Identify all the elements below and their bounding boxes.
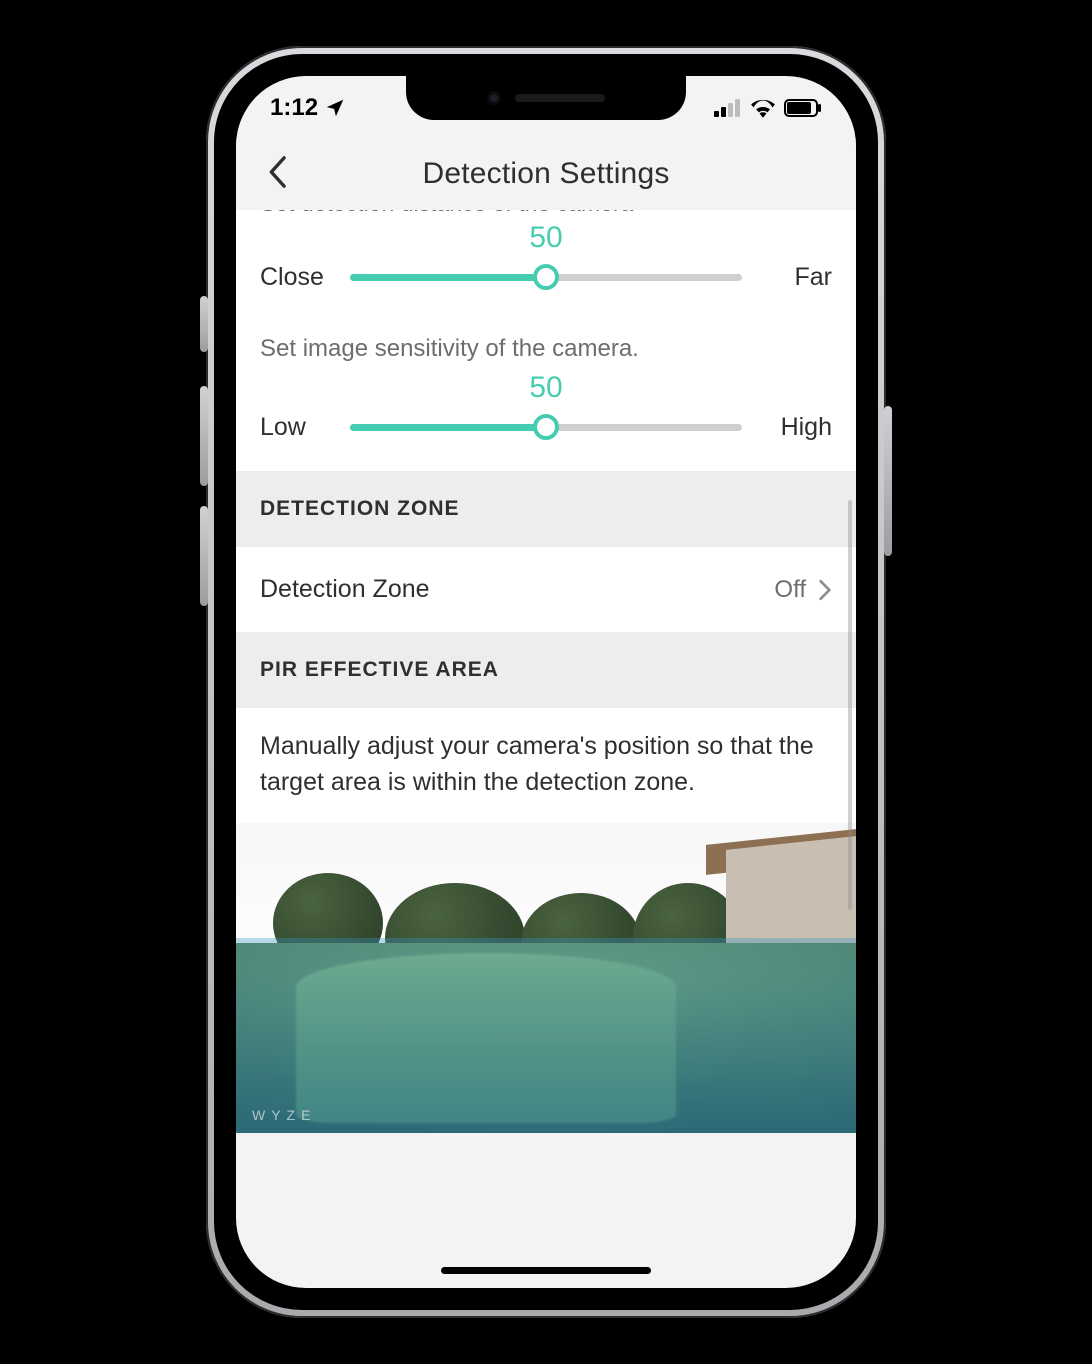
sensitivity-slider-block: Low 50 High: [260, 367, 832, 471]
distance-caption: Set detection distance of the camera: [260, 210, 832, 217]
section-header-pir: PIR EFFECTIVE AREA: [236, 632, 856, 708]
mute-switch[interactable]: [200, 296, 208, 352]
wifi-icon: [750, 98, 776, 118]
sensitivity-caption: Set image sensitivity of the camera.: [260, 321, 832, 367]
sensitivity-right-label: High: [762, 413, 832, 442]
bottom-gap: [236, 1133, 856, 1155]
watermark: WYZE: [252, 1107, 316, 1123]
home-indicator[interactable]: [441, 1267, 651, 1274]
phone-bezel: 1:12: [214, 54, 878, 1310]
distance-left-label: Close: [260, 263, 330, 292]
camera-preview[interactable]: WYZE: [236, 823, 856, 1133]
phone-frame: 1:12: [206, 46, 886, 1318]
power-button[interactable]: [884, 406, 892, 556]
pir-overlay: [236, 938, 856, 1133]
chevron-left-icon: [266, 155, 288, 194]
distance-card: Set detection distance of the camera Clo…: [236, 210, 856, 471]
status-left: 1:12: [270, 94, 346, 122]
stage: 1:12: [0, 0, 1092, 1364]
sensitivity-left-label: Low: [260, 413, 330, 442]
chevron-right-icon: [818, 579, 832, 601]
page-title: Detection Settings: [422, 157, 669, 191]
sensitivity-slider-value: 50: [529, 371, 562, 405]
volume-down-button[interactable]: [200, 506, 208, 606]
cellular-signal-icon: [714, 99, 742, 117]
nav-header: Detection Settings: [236, 138, 856, 211]
distance-slider[interactable]: 50: [350, 259, 742, 295]
content-scroll[interactable]: Set detection distance of the camera Clo…: [236, 210, 856, 1288]
pir-description: Manually adjust your camera's position s…: [236, 708, 856, 823]
detection-zone-value: Off: [774, 576, 806, 604]
screen: 1:12: [236, 76, 856, 1288]
scroll-indicator[interactable]: [848, 500, 852, 910]
detection-zone-label: Detection Zone: [260, 575, 430, 604]
status-bar: 1:12: [236, 88, 856, 128]
distance-right-label: Far: [762, 263, 832, 292]
detection-zone-trailing: Off: [774, 576, 832, 604]
status-right: [714, 98, 822, 118]
sensitivity-slider[interactable]: 50: [350, 409, 742, 445]
volume-up-button[interactable]: [200, 386, 208, 486]
battery-icon: [784, 99, 822, 117]
distance-slider-block: Close 50 Far: [260, 217, 832, 321]
distance-slider-value: 50: [529, 221, 562, 255]
back-button[interactable]: [250, 138, 304, 210]
clock: 1:12: [270, 94, 318, 122]
location-arrow-icon: [324, 97, 346, 119]
section-header-detection-zone: DETECTION ZONE: [236, 471, 856, 547]
detection-zone-row[interactable]: Detection Zone Off: [236, 547, 856, 632]
